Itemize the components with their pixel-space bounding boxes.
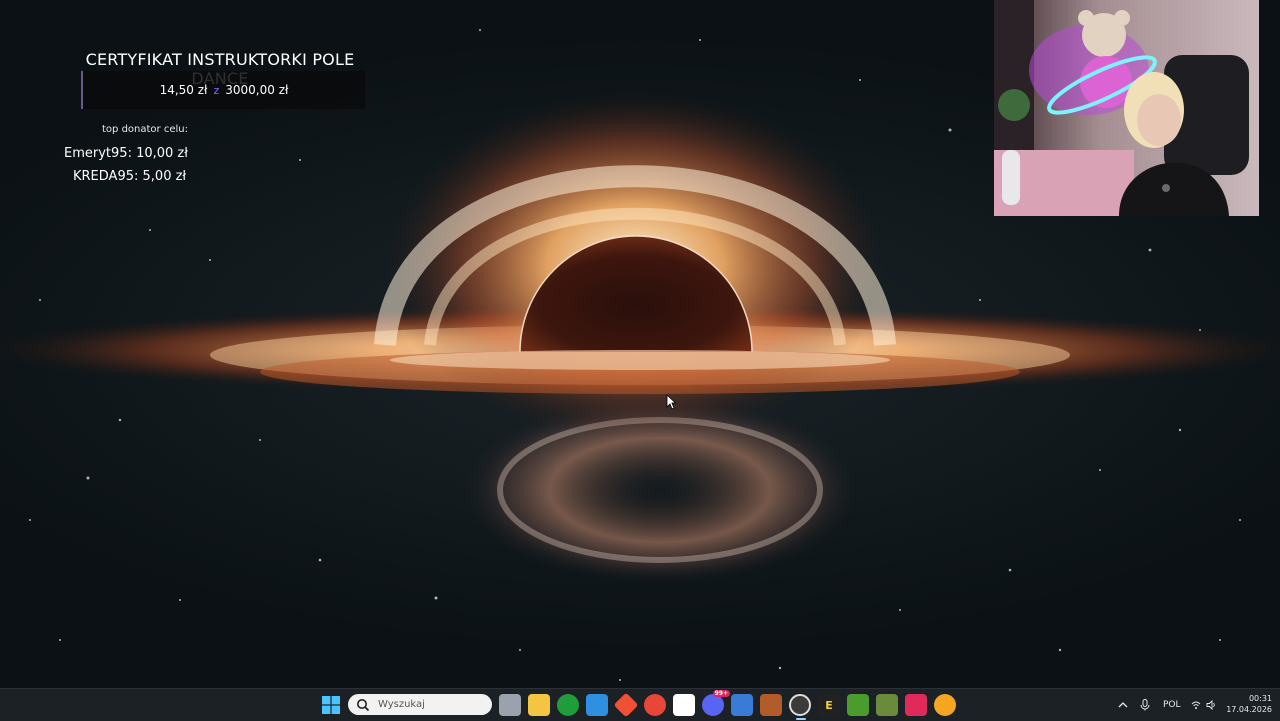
chevron-up-icon	[1118, 702, 1128, 708]
discord-icon[interactable]: 99+	[702, 690, 730, 716]
microphone-icon	[1140, 699, 1150, 711]
clock-time: 00:31	[1248, 694, 1272, 703]
obs-icon[interactable]	[789, 694, 811, 716]
network-button[interactable]	[1191, 689, 1201, 721]
vscode-icon[interactable]	[586, 694, 608, 716]
discord-badge: 99+	[712, 690, 730, 697]
language-indicator[interactable]: POL	[1163, 689, 1181, 721]
top-donor-label: top donator celu:	[102, 124, 188, 135]
speaker-icon	[1206, 700, 1215, 710]
epic-games-icon[interactable]: E	[818, 694, 840, 716]
webcam-feed	[994, 0, 1259, 216]
goal-target-amount: 3000,00 zł	[225, 83, 289, 97]
tray-overflow-button[interactable]	[1118, 689, 1128, 721]
donor-name: KREDA95	[73, 169, 134, 184]
donor-amount: 10,00 zł	[136, 146, 188, 161]
volume-button[interactable]	[1206, 689, 1217, 721]
language-label: POL	[1163, 700, 1181, 710]
clock-date: 17.04.2026	[1226, 705, 1272, 714]
donor-name: Emeryt95	[64, 146, 128, 161]
webcam-image	[994, 0, 1259, 216]
taskbar: 99+ E POL 00:31	[0, 688, 1280, 721]
goal-current-amount: 14,50 zł	[159, 83, 208, 97]
windows-logo-icon	[322, 696, 340, 714]
taskbar-clock[interactable]: 00:31 17.04.2026	[1222, 693, 1272, 715]
file-explorer-icon[interactable]	[528, 694, 550, 716]
donor-row: KREDA95: 5,00 zł	[73, 169, 187, 184]
chrome-icon[interactable]	[644, 694, 666, 716]
tiktok-icon[interactable]	[905, 694, 927, 716]
donor-row: Emeryt95: 10,00 zł	[64, 146, 188, 161]
mouse-cursor-icon	[666, 394, 676, 410]
taskbar-search-box[interactable]	[348, 694, 492, 715]
search-icon	[357, 698, 370, 711]
goal-separator: z	[213, 83, 220, 97]
chrome-canary-icon[interactable]	[934, 694, 956, 716]
game-app-icon[interactable]	[760, 694, 782, 716]
microphone-button[interactable]	[1140, 689, 1150, 721]
donor-amount: 5,00 zł	[142, 169, 187, 184]
notepad-icon[interactable]	[731, 694, 753, 716]
start-button[interactable]	[320, 694, 342, 716]
wifi-icon	[1191, 701, 1201, 709]
search-input[interactable]	[376, 698, 490, 711]
donation-goal-progress-bar: 14,50 zł z 3000,00 zł	[81, 71, 365, 109]
minecraft-launcher-icon[interactable]	[876, 694, 898, 716]
xbox-icon[interactable]	[557, 694, 579, 716]
task-view-icon[interactable]	[499, 694, 521, 716]
minecraft-icon[interactable]	[847, 694, 869, 716]
git-app-icon[interactable]	[613, 692, 639, 718]
app-black-white-icon[interactable]	[673, 694, 695, 716]
